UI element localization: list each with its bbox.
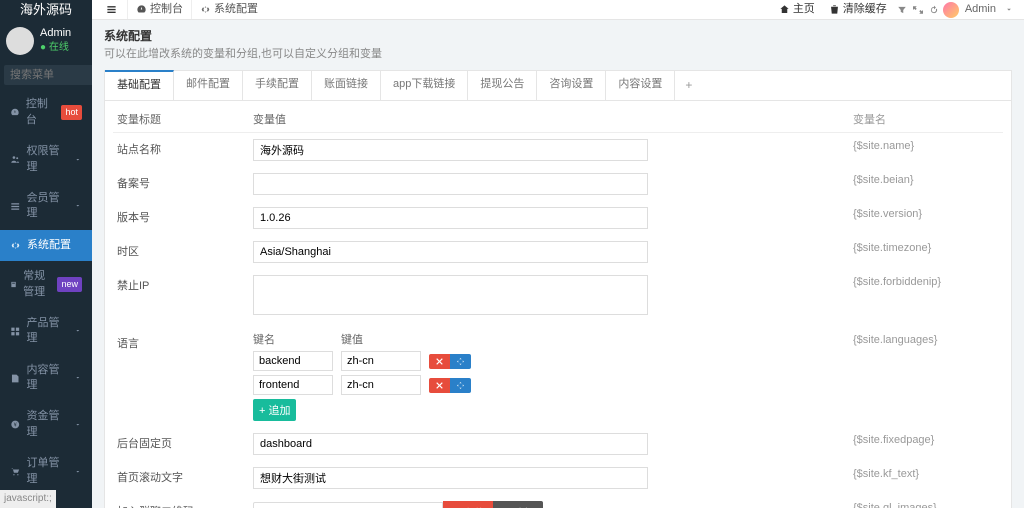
menu-search[interactable]	[4, 65, 92, 85]
tab-7[interactable]: 内容设置	[606, 71, 675, 100]
label-lang: 语言	[113, 333, 253, 352]
tab-6[interactable]: 咨询设置	[537, 71, 606, 100]
var-sitename: {$site.name}	[853, 139, 1003, 154]
lang-val-0[interactable]	[341, 351, 421, 371]
nav-users[interactable]: 权限管理	[0, 136, 92, 183]
input-qr[interactable]	[253, 502, 443, 508]
nav-dash[interactable]: 控制台hot	[0, 89, 92, 136]
status-bar: javascript:;	[0, 490, 56, 508]
logout-icon[interactable]	[1002, 3, 1016, 17]
filter-icon[interactable]	[895, 3, 909, 17]
nav-money[interactable]: 资金管理	[0, 401, 92, 448]
var-beian: {$site.beian}	[853, 173, 1003, 188]
nav-list[interactable]: 会员管理	[0, 183, 92, 230]
user-name[interactable]: Admin	[965, 2, 996, 17]
sidebar-toggle[interactable]	[100, 2, 123, 17]
lang-key-1[interactable]	[253, 375, 333, 395]
var-version: {$site.version}	[853, 207, 1003, 222]
label-version: 版本号	[113, 207, 253, 226]
col-header-value: 变量值	[253, 113, 853, 128]
side-status: ● 在线	[40, 41, 71, 55]
tab-5[interactable]: 提现公告	[468, 71, 537, 100]
label-forbid: 禁止IP	[113, 275, 253, 294]
select-qr[interactable]: 选择	[493, 501, 543, 508]
input-timezone[interactable]	[253, 241, 648, 263]
label-fixed: 后台固定页	[113, 433, 253, 452]
brand: 海外源码	[0, 0, 92, 20]
input-version[interactable]	[253, 207, 648, 229]
clear-cache[interactable]: 清除缓存	[823, 0, 893, 19]
home-link[interactable]: 主页	[773, 0, 821, 19]
lang-del-0[interactable]	[429, 354, 450, 369]
user-avatar[interactable]	[943, 2, 959, 18]
refresh-icon[interactable]	[927, 3, 941, 17]
label-timezone: 时区	[113, 241, 253, 260]
breadcrumb-gear[interactable]: 系统配置	[191, 0, 266, 19]
lang-drag-0[interactable]	[450, 354, 471, 369]
side-avatar	[6, 27, 34, 55]
label-sitename: 站点名称	[113, 139, 253, 158]
var-timezone: {$site.timezone}	[853, 241, 1003, 256]
var-lang: {$site.languages}	[853, 333, 1003, 348]
label-qr: 加入群聊二维码	[113, 501, 253, 508]
nav-grid[interactable]: 产品管理	[0, 308, 92, 355]
col-header-var: 变量名	[853, 113, 1003, 128]
input-beian[interactable]	[253, 173, 648, 195]
tab-4[interactable]: app下载链接	[381, 71, 468, 100]
col-header-title: 变量标题	[113, 113, 253, 128]
page-desc: 可以在此增改系统的变量和分组,也可以自定义分组和变量	[104, 47, 1012, 62]
nav-book[interactable]: 常规管理new	[0, 261, 92, 308]
input-forbid[interactable]	[253, 275, 648, 315]
label-beian: 备案号	[113, 173, 253, 192]
page-title: 系统配置	[104, 28, 1012, 45]
tab-3[interactable]: 账面链接	[312, 71, 381, 100]
tab-1[interactable]: 邮件配置	[174, 71, 243, 100]
var-fixed: {$site.fixedpage}	[853, 433, 1003, 448]
nav-file[interactable]: 内容管理	[0, 355, 92, 402]
lang-drag-1[interactable]	[450, 378, 471, 393]
input-fixed[interactable]	[253, 433, 648, 455]
lang-val-1[interactable]	[341, 375, 421, 395]
nav-cart[interactable]: 订单管理	[0, 448, 92, 495]
nav-gear[interactable]: 系统配置	[0, 230, 92, 261]
input-sitename[interactable]	[253, 139, 648, 161]
lang-append[interactable]: + 追加	[253, 399, 296, 421]
label-kftext: 首页滚动文字	[113, 467, 253, 486]
fullscreen-icon[interactable]	[911, 3, 925, 17]
var-kftext: {$site.kf_text}	[853, 467, 1003, 482]
input-kftext[interactable]	[253, 467, 648, 489]
tab-0[interactable]: 基础配置	[105, 70, 174, 100]
lang-del-1[interactable]	[429, 378, 450, 393]
lang-key-0[interactable]	[253, 351, 333, 371]
breadcrumb-dash[interactable]: 控制台	[127, 0, 191, 19]
tab-2[interactable]: 手续配置	[243, 71, 312, 100]
var-qr: {$site.ql_images}	[853, 501, 1003, 508]
upload-qr[interactable]: 上传	[443, 501, 493, 508]
var-forbid: {$site.forbiddenip}	[853, 275, 1003, 290]
tab-add[interactable]: +	[675, 71, 702, 100]
side-username: Admin	[40, 26, 71, 41]
